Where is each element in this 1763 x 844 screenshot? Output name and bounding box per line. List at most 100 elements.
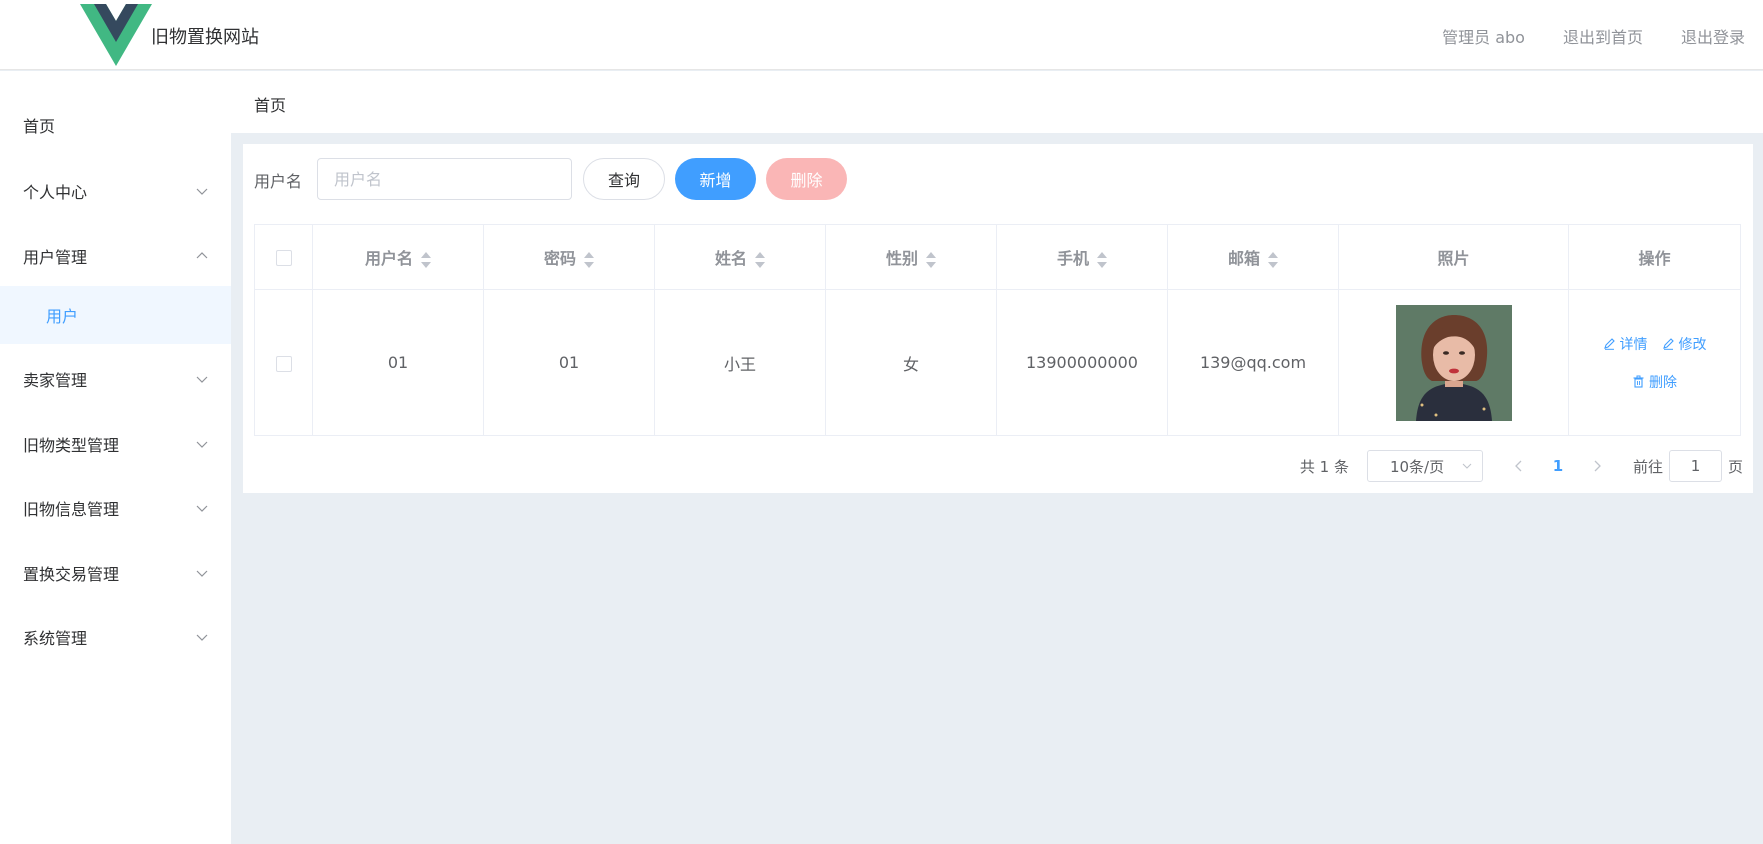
sidebar-item-user-management[interactable]: 用户管理 [0, 228, 231, 284]
column-label: 密码 [543, 249, 576, 268]
row-actions-top: 详情 修改 [1603, 334, 1707, 354]
detail-link[interactable]: 详情 [1603, 334, 1648, 354]
sidebar-item-label: 首页 [23, 117, 56, 136]
delete-button[interactable]: 删除 [766, 158, 847, 200]
username-search-input[interactable] [317, 158, 572, 200]
chevron-down-icon [196, 570, 208, 577]
edit-link[interactable]: 修改 [1662, 334, 1707, 354]
column-header-password[interactable]: 密码 [483, 224, 655, 290]
cell-name: 小王 [654, 289, 826, 436]
chevron-down-icon [196, 634, 208, 641]
column-header-username[interactable]: 用户名 [312, 224, 484, 290]
page-suffix-label: 页 [1727, 457, 1743, 476]
sidebar-item-home[interactable]: 首页 [0, 97, 231, 153]
sidebar-item-item-info-management[interactable]: 旧物信息管理 [0, 480, 231, 536]
sort-icon[interactable] [755, 251, 765, 268]
select-all-checkbox[interactable] [275, 250, 292, 266]
sidebar-item-item-type-management[interactable]: 旧物类型管理 [0, 416, 231, 472]
chevron-down-icon [196, 505, 208, 512]
column-label: 姓名 [714, 249, 747, 268]
row-checkbox[interactable] [275, 355, 292, 372]
vue-logo-icon [80, 4, 152, 66]
sidebar-item-label: 旧物类型管理 [23, 436, 120, 455]
sidebar-item-label: 卖家管理 [23, 371, 88, 390]
goto-page-input[interactable] [1668, 450, 1722, 482]
column-header-phone[interactable]: 手机 [996, 224, 1168, 290]
back-to-home-link[interactable]: 退出到首页 [1563, 24, 1643, 48]
page-size-value: 10条/页 [1389, 457, 1445, 476]
cell-photo [1338, 289, 1569, 436]
pagination: 共 1 条 10条/页 1 前往 页 [1300, 450, 1743, 482]
column-label: 用户名 [364, 249, 413, 268]
column-label: 性别 [885, 249, 918, 268]
trash-icon [1633, 375, 1644, 388]
breadcrumb[interactable]: 首页 [254, 92, 286, 116]
prev-page-button[interactable] [1509, 460, 1529, 472]
column-header-photo: 照片 [1338, 224, 1569, 290]
page-size-select[interactable]: 10条/页 [1366, 450, 1483, 482]
logout-link[interactable]: 退出登录 [1681, 24, 1745, 48]
breadcrumb-bar: 首页 [231, 71, 1763, 133]
select-all-cell [254, 224, 313, 290]
cell-username: 01 [312, 289, 484, 436]
chevron-down-icon [196, 188, 208, 195]
admin-user-label[interactable]: 管理员 abo [1442, 24, 1525, 48]
sidebar-item-system-management[interactable]: 系统管理 [0, 609, 231, 665]
delete-label: 删除 [1649, 374, 1677, 391]
sort-icon[interactable] [1268, 251, 1278, 268]
sidebar-item-personal-center[interactable]: 个人中心 [0, 163, 231, 219]
row-delete-link[interactable]: 删除 [1632, 372, 1677, 392]
row-actions: 详情 修改 删除 [1569, 334, 1740, 392]
sidebar-item-label: 系统管理 [23, 629, 88, 648]
column-label: 手机 [1056, 249, 1089, 268]
sidebar-subitem-label: 用户 [46, 307, 79, 326]
site-title: 旧物置换网站 [151, 27, 259, 48]
user-list-card: 用户名 查询 新增 删除 用户名 密码 姓名 性别 手机 邮箱 照片 操作 01 [243, 144, 1753, 493]
sort-icon[interactable] [421, 251, 431, 268]
pagination-total: 共 1 条 [1299, 457, 1349, 476]
column-header-gender[interactable]: 性别 [825, 224, 997, 290]
cell-password: 01 [483, 289, 655, 436]
cell-phone: 13900000000 [996, 289, 1168, 436]
sort-icon[interactable] [1097, 251, 1107, 268]
chevron-left-icon [1515, 460, 1522, 472]
next-page-button[interactable] [1587, 460, 1607, 472]
goto-label: 前往 [1632, 457, 1663, 476]
chevron-right-icon [1594, 460, 1601, 472]
sidebar-item-label: 个人中心 [23, 183, 88, 202]
column-header-name[interactable]: 姓名 [654, 224, 826, 290]
edit-label: 修改 [1678, 336, 1707, 353]
chevron-down-icon [196, 376, 208, 383]
query-button[interactable]: 查询 [583, 158, 665, 200]
sidebar-item-exchange-management[interactable]: 置换交易管理 [0, 545, 231, 601]
detail-label: 详情 [1619, 336, 1648, 353]
table-header-row: 用户名 密码 姓名 性别 手机 邮箱 照片 操作 [254, 224, 1741, 290]
column-header-email[interactable]: 邮箱 [1167, 224, 1339, 290]
user-table: 用户名 密码 姓名 性别 手机 邮箱 照片 操作 01 01 小王 女 1390… [254, 224, 1741, 436]
sidebar-subitem-user[interactable]: 用户 [0, 286, 231, 344]
cell-gender: 女 [825, 289, 997, 436]
sidebar-menu: 首页 个人中心 用户管理 用户 卖家管理 旧物类型管理 旧物信息管理 置换交易管… [0, 71, 231, 844]
search-label: 用户名 [254, 172, 303, 191]
column-label: 邮箱 [1227, 249, 1260, 268]
row-select-cell [254, 289, 313, 436]
chevron-down-icon [1462, 463, 1472, 469]
cell-actions: 详情 修改 删除 [1568, 289, 1741, 436]
edit-icon [1662, 338, 1674, 350]
sort-icon[interactable] [584, 251, 594, 268]
sort-icon[interactable] [926, 251, 936, 268]
page-number-current[interactable]: 1 [1537, 457, 1579, 475]
add-button[interactable]: 新增 [675, 158, 756, 200]
chevron-up-icon [196, 252, 208, 259]
sidebar-item-seller-management[interactable]: 卖家管理 [0, 351, 231, 407]
user-photo[interactable] [1395, 304, 1512, 421]
cell-email: 139@qq.com [1167, 289, 1339, 436]
edit-icon [1603, 338, 1615, 350]
top-header: 旧物置换网站 管理员 abo 退出到首页 退出登录 [0, 0, 1763, 70]
sidebar-item-label: 旧物信息管理 [23, 500, 120, 519]
sidebar-item-label: 用户管理 [23, 248, 88, 267]
header-links: 管理员 abo 退出到首页 退出登录 [1442, 24, 1745, 48]
table-row: 01 01 小王 女 13900000000 139@qq.com 详情 修改 … [254, 289, 1741, 436]
chevron-down-icon [196, 441, 208, 448]
column-header-actions: 操作 [1568, 224, 1741, 290]
